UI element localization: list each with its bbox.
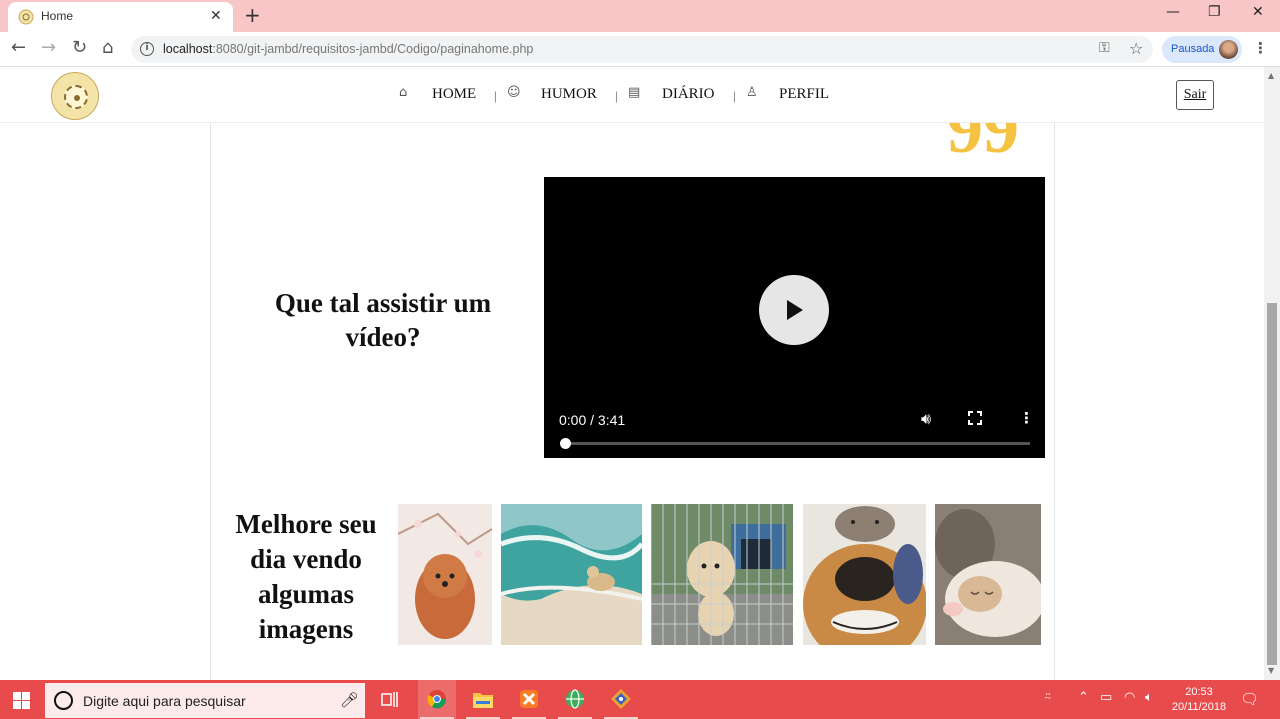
profile-avatar <box>1219 40 1238 59</box>
file-explorer-icon[interactable] <box>464 680 502 719</box>
book-icon: ▤ <box>628 85 641 100</box>
nav-separator: | <box>733 88 736 103</box>
clock-date: 20/11/2018 <box>1171 701 1227 713</box>
fullscreen-icon[interactable] <box>968 411 982 425</box>
profile-status: Pausada <box>1171 43 1215 55</box>
dog-in-waves-photo <box>501 504 642 645</box>
url-host: localhost <box>163 42 213 56</box>
restore-icon[interactable]: ❐ <box>1208 4 1221 20</box>
nav-perfil[interactable]: PERFIL <box>779 86 829 103</box>
task-view-icon[interactable] <box>371 680 409 719</box>
nav-humor[interactable]: HUMOR <box>541 86 597 103</box>
key-icon[interactable]: ⚿ <box>1099 40 1110 56</box>
video-time: 0:00 / 3:41 <box>559 412 626 428</box>
microphone-icon[interactable]: 🎤︎ <box>340 691 359 709</box>
xampp-icon[interactable] <box>510 680 548 719</box>
scroll-up-icon[interactable]: ▲ <box>1268 71 1274 80</box>
chrome-taskbar-icon[interactable] <box>418 680 456 719</box>
profile-button[interactable]: Pausada <box>1162 36 1242 63</box>
scroll-thumb[interactable] <box>1267 303 1277 665</box>
poodle-puppy-photo <box>398 504 492 645</box>
images-section-title: Melhore seu dia vendo algumas imagens <box>235 509 377 644</box>
minimize-icon[interactable]: — <box>1166 4 1180 20</box>
web-page: ⌂ HOME | ☺ HUMOR | ▤ DIÁRIO | ♙ PERFIL S… <box>0 67 1264 680</box>
forward-icon[interactable]: → <box>41 37 56 58</box>
browser-toolbar: ← → ↻ ⌂ i localhost:8080/git-jambd/requi… <box>0 32 1280 67</box>
address-bar[interactable]: i localhost:8080/git-jambd/requisitos-ja… <box>131 36 1153 63</box>
flower-favicon-icon <box>18 9 34 25</box>
play-icon <box>787 300 803 320</box>
close-tab-icon[interactable]: ✕ <box>210 8 222 24</box>
battery-icon[interactable]: ▭ <box>1100 690 1112 705</box>
show-hidden-icons-icon[interactable]: ⌃ <box>1078 690 1089 705</box>
nav-separator: | <box>494 88 497 103</box>
new-tab-icon[interactable]: + <box>244 3 261 27</box>
close-window-icon[interactable]: ✕ <box>1252 4 1264 20</box>
browser-tab[interactable]: Home ✕ <box>8 2 233 32</box>
site-logo[interactable] <box>51 72 99 120</box>
user-icon: ♙ <box>746 85 758 100</box>
nav-home[interactable]: HOME <box>432 86 476 103</box>
url-path: :8080/git-jambd/requisitos-jambd/Codigo/… <box>212 42 534 56</box>
home-icon: ⌂ <box>399 85 408 100</box>
bookmark-star-icon[interactable]: ☆ <box>1129 39 1143 58</box>
wifi-icon[interactable]: ◠ <box>1124 690 1135 705</box>
url-text[interactable]: localhost:8080/git-jambd/requisitos-jamb… <box>163 42 533 56</box>
nav-diario[interactable]: DIÁRIO <box>662 86 715 103</box>
site-header: ⌂ HOME | ☺ HUMOR | ▤ DIÁRIO | ♙ PERFIL S… <box>0 67 1264 123</box>
people-icon[interactable]: ⍨ <box>1044 690 1052 705</box>
page-scrollbar[interactable]: ▲ ▼ <box>1264 67 1280 680</box>
logout-button[interactable]: Sair <box>1176 80 1214 110</box>
nav-separator: | <box>615 88 618 103</box>
play-button[interactable] <box>759 275 829 345</box>
volume-tray-icon[interactable]: 🔈︎ <box>1145 690 1153 705</box>
tab-title: Home <box>41 9 74 23</box>
smile-icon: ☺ <box>507 85 521 100</box>
browser-tab-bar: Home ✕ + — ❐ ✕ <box>0 0 1280 32</box>
back-icon[interactable]: ← <box>11 37 26 58</box>
video-section-title: Que tal assistir um vídeo? <box>274 288 492 352</box>
windows-taskbar: Digite aqui para pesquisar 🎤︎ ⍨ ⌃ ▭ ◠ 🔈︎… <box>0 680 1280 719</box>
notifications-icon[interactable]: 🗨︎ <box>1240 690 1259 708</box>
taskbar-search-placeholder: Digite aqui para pesquisar <box>83 693 246 709</box>
progress-handle[interactable] <box>560 438 571 449</box>
system-clock[interactable]: 20:53 20/11/2018 <box>1164 685 1234 715</box>
git-tool-icon[interactable] <box>602 680 640 719</box>
volume-icon[interactable]: 🔊︎ <box>921 409 931 429</box>
browser-menu-icon[interactable]: ⋮ <box>1253 39 1268 57</box>
home-browser-icon[interactable]: ⌂ <box>102 37 113 58</box>
dog-and-cat-selfie-photo <box>803 504 926 645</box>
clock-time: 20:53 <box>1185 686 1213 698</box>
windows-start-icon[interactable] <box>13 692 30 709</box>
main-content: 99 Que tal assistir um vídeo? 0:00 / 3:4… <box>210 88 1055 680</box>
network-globe-icon[interactable] <box>556 680 594 719</box>
reload-icon[interactable]: ↻ <box>72 37 87 58</box>
taskbar-search-box[interactable]: Digite aqui para pesquisar 🎤︎ <box>45 683 365 718</box>
scroll-down-icon[interactable]: ▼ <box>1268 666 1274 675</box>
video-more-icon[interactable]: ⋮ <box>1019 409 1034 427</box>
sleeping-cat-photo <box>935 504 1041 645</box>
site-info-icon[interactable]: i <box>140 42 154 56</box>
golden-puppies-in-fence-photo <box>651 504 793 645</box>
video-progress-bar[interactable] <box>560 438 1030 449</box>
video-player[interactable]: 0:00 / 3:41 🔊︎ ⋮ <box>544 177 1045 458</box>
cortana-icon[interactable] <box>54 691 73 710</box>
logo-flower-icon <box>64 85 88 109</box>
